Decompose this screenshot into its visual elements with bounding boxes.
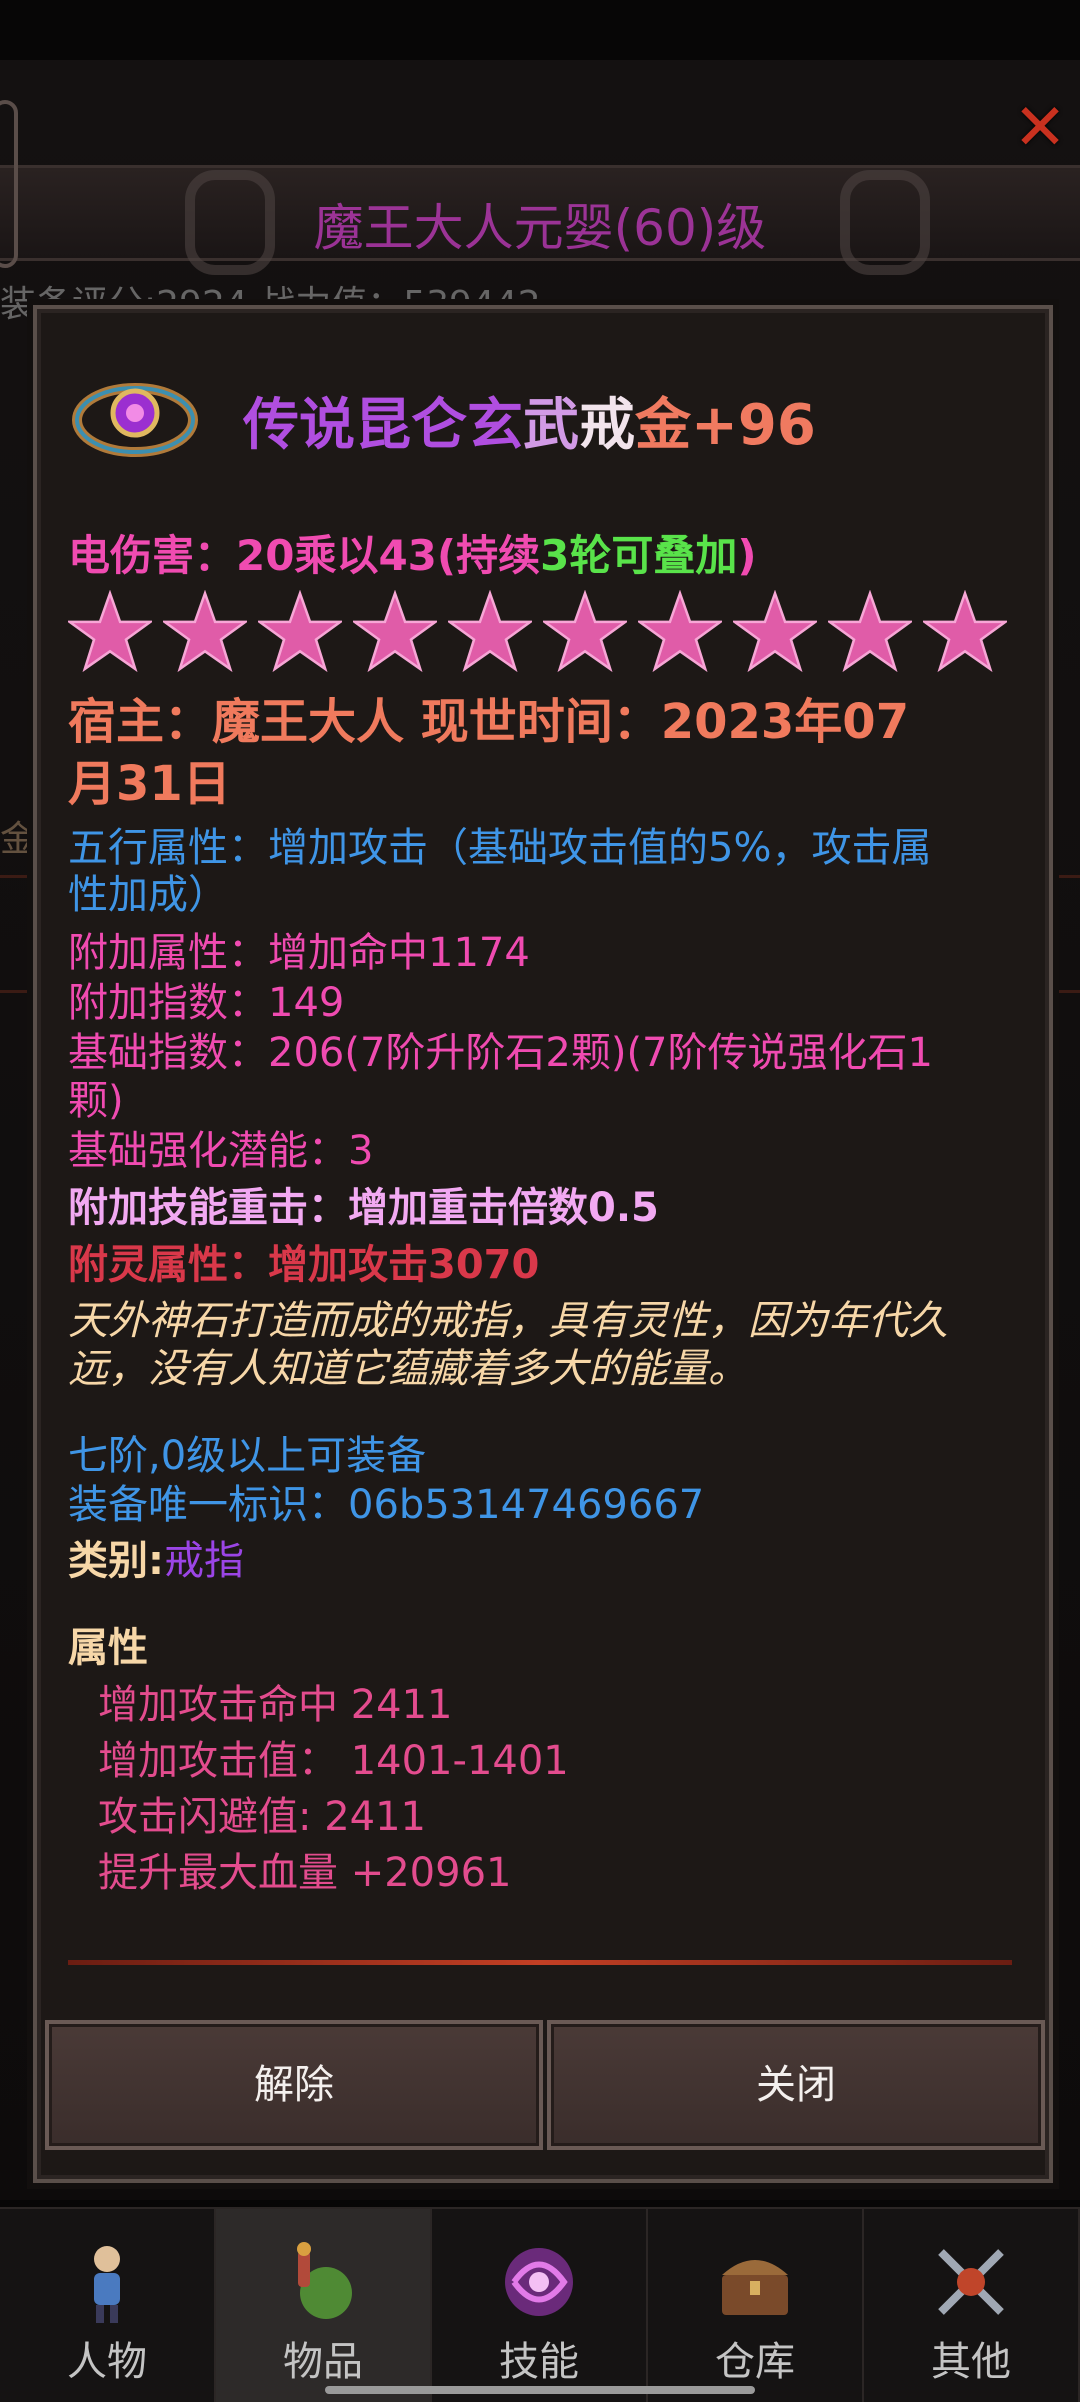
home-indicator[interactable]	[325, 2386, 755, 2394]
nav-label: 技能	[499, 2339, 579, 2385]
attribute-row: 提升最大血量 +20961	[98, 1850, 512, 1896]
star-icon	[828, 590, 912, 673]
other-icon	[938, 2249, 1004, 2315]
base-index-line-1: 基础指数：206(7阶升阶石2颗)(7阶传说强化石1	[68, 1030, 933, 1076]
attributes-title: 属性	[68, 1625, 148, 1671]
item-name-part: +96	[691, 393, 816, 458]
five-elements-line-2: 性加成）	[68, 872, 228, 918]
category-value: 戒指	[164, 1538, 244, 1584]
nav-item-items[interactable]: 物品	[216, 2209, 432, 2402]
category-label: 类别:	[68, 1538, 164, 1584]
nav-label: 物品	[283, 2339, 363, 2385]
nav-item-character[interactable]: 人物	[0, 2209, 216, 2402]
star-icon	[258, 590, 342, 673]
skill-icon	[505, 2248, 573, 2316]
nav-item-other[interactable]: 其他	[864, 2209, 1080, 2402]
nav-label: 仓库	[715, 2339, 795, 2385]
attribute-row: 增加攻击值： 1401-1401	[98, 1738, 569, 1784]
owner-line-2: 月31日	[68, 756, 231, 812]
category: 类别:戒指	[68, 1528, 244, 1586]
nav-item-warehouse[interactable]: 仓库	[648, 2209, 864, 2402]
item-name: 传说昆仑玄武戒金+96	[243, 380, 816, 461]
nav-label: 人物	[67, 2339, 147, 2385]
chest-icon	[722, 2260, 788, 2315]
attribute-row: 增加攻击命中 2411	[98, 1682, 453, 1728]
item-bag-icon	[297, 2242, 352, 2319]
star-icon	[733, 590, 817, 673]
damage-suffix: )	[737, 531, 757, 580]
star-icon	[68, 590, 152, 673]
remove-button[interactable]: 解除	[45, 2020, 543, 2150]
item-name-part: 金	[635, 393, 691, 458]
divider	[68, 1960, 1012, 1965]
star-icon	[638, 590, 722, 673]
close-button[interactable]: 关闭	[547, 2020, 1045, 2150]
star-rating	[68, 590, 1018, 673]
character-icon	[94, 2246, 120, 2323]
star-icon	[163, 590, 247, 673]
nav-label: 其他	[931, 2339, 1011, 2385]
star-icon	[448, 590, 532, 673]
skill-crit: 附加技能重击：增加重击倍数0.5	[68, 1185, 659, 1231]
star-icon	[923, 590, 1007, 673]
damage-highlight: 3轮可叠加	[540, 531, 738, 580]
owner-line-1: 宿主：魔王大人 现世时间：2023年07	[68, 694, 910, 750]
unique-id: 装备唯一标识：06b53147469667	[68, 1482, 705, 1528]
background-side-char: 金	[0, 819, 37, 860]
item-name-part: 武	[523, 393, 579, 458]
damage-prefix: 电伤害：20乘以43(持续	[68, 531, 541, 580]
background-title: 魔王大人元婴(60)级	[313, 199, 767, 257]
base-potential: 基础强化潜能：3	[68, 1128, 374, 1174]
description-line-2: 远，没有人知道它蕴藏着多大的能量。	[68, 1346, 748, 1392]
item-name-part: 传说昆仑玄	[243, 393, 523, 458]
item-name-part: 戒	[579, 393, 635, 458]
spirit-attribute: 附灵属性：增加攻击3070	[68, 1242, 540, 1288]
ring-icon	[72, 383, 198, 457]
close-icon[interactable]: ✕	[1010, 96, 1070, 160]
damage-line: 电伤害：20乘以43(持续3轮可叠加)	[68, 522, 757, 583]
star-icon	[543, 590, 627, 673]
nav-item-skills[interactable]: 技能	[432, 2209, 648, 2402]
star-icon	[353, 590, 437, 673]
attribute-row: 攻击闪避值: 2411	[98, 1794, 426, 1840]
bottom-nav: 人物 物品 技能 仓库 其他	[0, 2207, 1080, 2402]
